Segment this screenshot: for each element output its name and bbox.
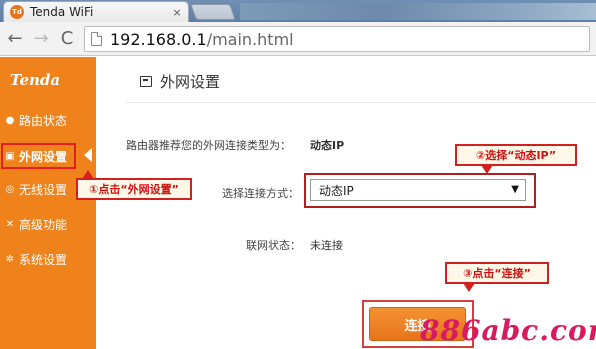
connect-method-label: 选择连接方式： [222, 187, 299, 200]
browser-tab-bar: Td Tenda WiFi × [0, 0, 596, 22]
page-title: 外网设置 [160, 73, 221, 91]
close-icon[interactable]: × [170, 6, 184, 19]
header-divider [126, 102, 596, 103]
page-header: 外网设置 [140, 71, 220, 92]
watermark: 886abc.com [420, 314, 596, 347]
status-label: 联网状态： [246, 239, 301, 252]
sidebar: Tenda [0, 57, 96, 349]
status-value: 未连接 [310, 239, 343, 252]
sidebar-item-advanced[interactable]: ✕ 高级功能 [4, 213, 92, 235]
new-tab-button[interactable] [190, 4, 236, 20]
sidebar-item-label: 系统设置 [19, 252, 68, 267]
tools-icon: ✕ [5, 218, 15, 230]
sidebar-item-label: 路由状态 [19, 113, 68, 128]
browser-tab[interactable]: Td Tenda WiFi × [3, 1, 189, 22]
tenda-logo: Tenda [10, 71, 61, 89]
sidebar-item-label: 无线设置 [19, 182, 68, 197]
gear-icon: ✲ [5, 253, 15, 265]
tabbar-background [240, 3, 596, 20]
sidebar-item-system-settings[interactable]: ✲ 系统设置 [4, 248, 92, 270]
recommend-label: 路由器推荐您的外网连接类型为： [126, 139, 291, 152]
url-text: 192.168.0.1/main.html [110, 30, 294, 49]
wan-settings-icon [140, 76, 152, 87]
wireless-icon: ◎ [5, 183, 15, 195]
sidebar-item-router-status[interactable]: ● 路由状态 [4, 109, 92, 131]
tenda-favicon-icon: Td [10, 5, 24, 19]
active-indicator-arrow-icon [84, 148, 92, 162]
annotation-step1: ①点击“外网设置” [76, 170, 192, 200]
url-host: 192.168.0.1 [110, 29, 207, 49]
browser-toolbar: ← → C 192.168.0.1/main.html [0, 22, 596, 56]
back-arrow-icon[interactable]: ← [4, 28, 26, 50]
sidebar-item-label: 高级功能 [19, 217, 68, 232]
page-icon [91, 32, 102, 46]
url-path: /main.html [206, 29, 294, 49]
forward-arrow-icon[interactable]: → [30, 28, 52, 50]
highlight-box-wan [1, 143, 76, 169]
annotation-step3: ③点击“连接” [445, 262, 549, 292]
reload-icon[interactable]: C [56, 28, 78, 50]
main-content: 外网设置 路由器推荐您的外网连接类型为： 动态IP 选择连接方式： 动态IP ▼… [96, 57, 596, 349]
tab-title: Tenda WiFi [30, 5, 94, 19]
annotation-step2: ②选择“动态IP” [455, 144, 577, 174]
status-dot-icon: ● [5, 114, 15, 126]
address-bar[interactable]: 192.168.0.1/main.html [84, 26, 590, 52]
recommend-value: 动态IP [310, 139, 345, 152]
highlight-box-select [304, 173, 536, 208]
